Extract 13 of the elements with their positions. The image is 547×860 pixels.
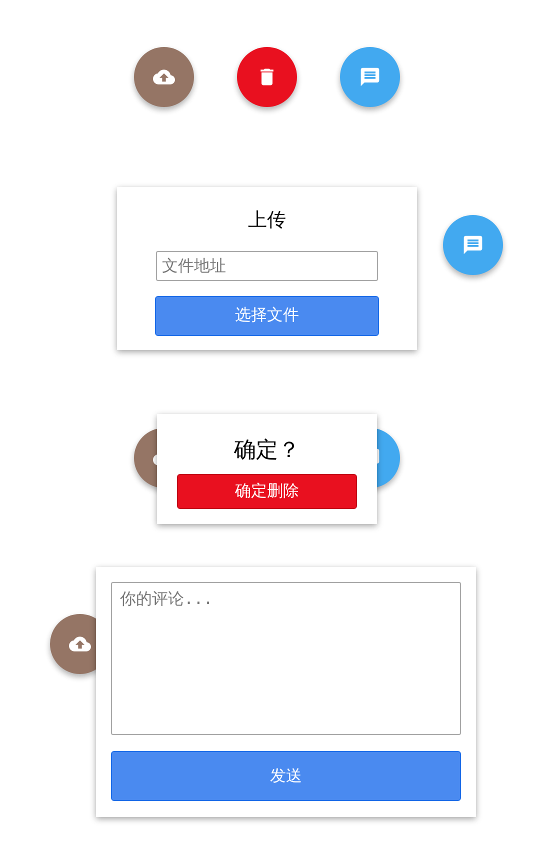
message-icon xyxy=(462,234,484,256)
choose-file-button[interactable]: 选择文件 xyxy=(155,296,379,336)
floating-action-button[interactable] xyxy=(134,47,194,107)
floating-action-button[interactable] xyxy=(443,215,503,275)
confirm-delete-button[interactable]: 确定删除 xyxy=(177,474,357,510)
popover-title: 上传 xyxy=(248,209,286,232)
floating-action-button[interactable] xyxy=(340,47,400,107)
floating-action-button[interactable] xyxy=(237,47,297,107)
comment-field[interactable]: 你的评论... xyxy=(111,582,461,736)
send-button[interactable]: 发送 xyxy=(111,751,461,802)
file-path-field[interactable]: 文件地址 xyxy=(156,250,378,281)
message-icon xyxy=(359,66,381,88)
popover-title: 确定？ xyxy=(234,438,300,464)
